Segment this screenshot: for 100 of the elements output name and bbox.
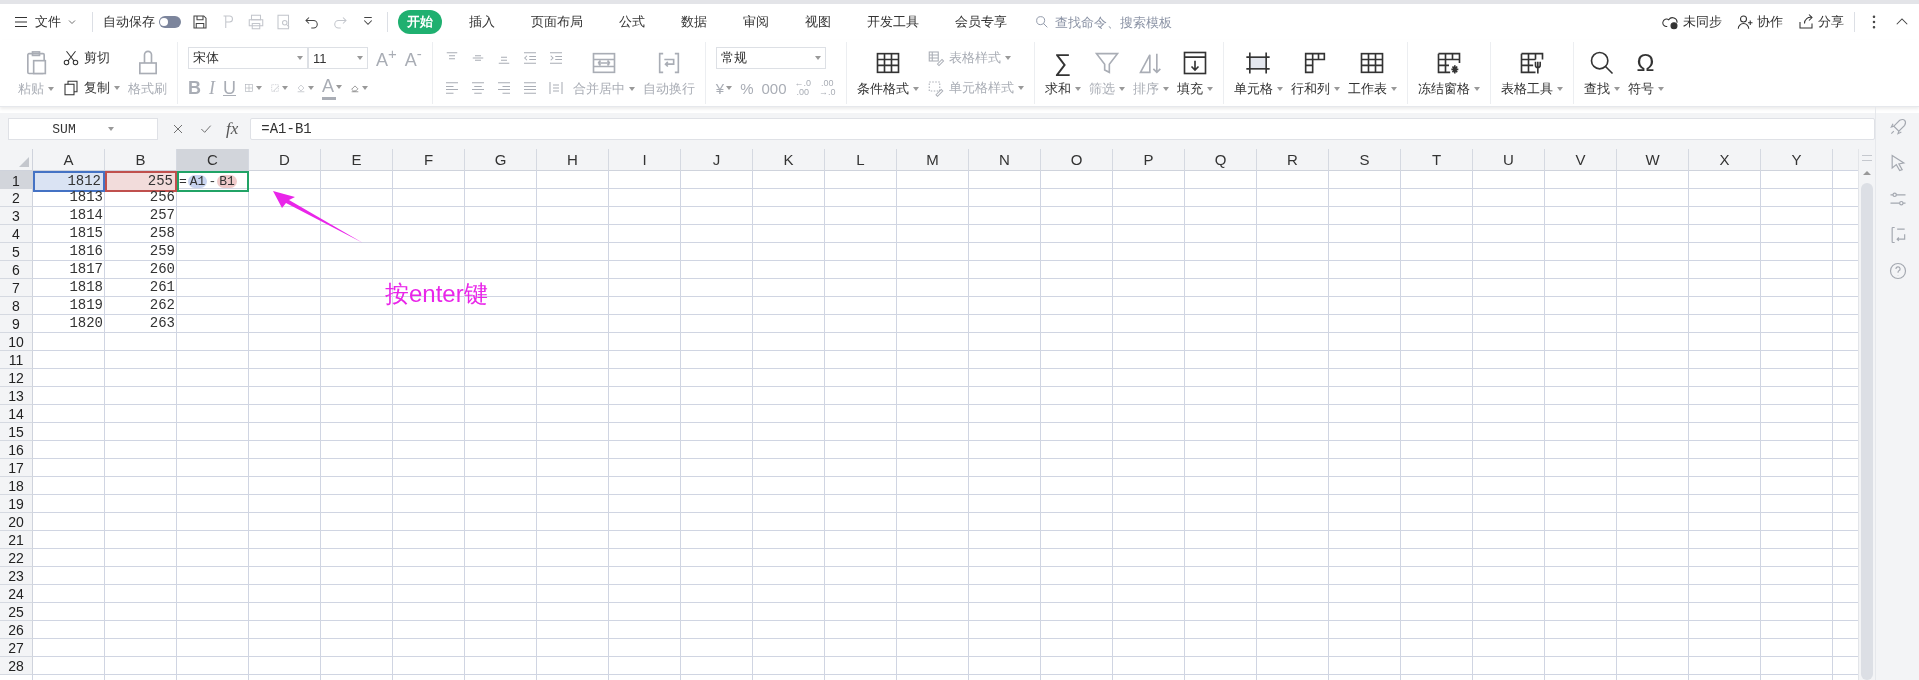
find-button[interactable]: 查找 bbox=[1583, 45, 1620, 101]
ribbon-tab[interactable]: 审阅 bbox=[734, 10, 778, 34]
ribbon-tab[interactable]: 页面布局 bbox=[522, 10, 592, 34]
row-header[interactable]: 2 bbox=[0, 189, 33, 207]
symbol-button[interactable]: Ω 符号 bbox=[1627, 45, 1664, 101]
column-header[interactable]: K bbox=[753, 149, 825, 171]
row-header[interactable]: 12 bbox=[0, 369, 33, 387]
vertical-scrollbar[interactable] bbox=[1858, 149, 1875, 680]
row-header[interactable]: 10 bbox=[0, 333, 33, 351]
ribbon-tab[interactable]: 开发工具 bbox=[858, 10, 928, 34]
table-brush-icon bbox=[926, 49, 945, 67]
column-header[interactable]: T bbox=[1401, 149, 1473, 171]
collaborate-button[interactable]: 协作 bbox=[1736, 13, 1783, 31]
row-header[interactable]: 17 bbox=[0, 459, 33, 477]
table-cell: 1812 bbox=[33, 171, 105, 192]
column-header[interactable]: J bbox=[681, 149, 753, 171]
editing-cell[interactable]: = A1 - B1 bbox=[177, 171, 249, 192]
row-header[interactable]: 28 bbox=[0, 657, 33, 675]
row-header[interactable]: 4 bbox=[0, 225, 33, 243]
insert-function-button[interactable]: fx bbox=[226, 119, 239, 139]
cut-button[interactable]: 剪切 bbox=[62, 45, 120, 71]
column-header[interactable]: F bbox=[393, 149, 465, 171]
row-header[interactable]: 5 bbox=[0, 243, 33, 261]
cell-brush-icon bbox=[926, 79, 945, 97]
sheet-button[interactable]: 工作表 bbox=[1347, 45, 1397, 101]
table-cell-text: 1818 bbox=[68, 279, 104, 297]
column-header[interactable]: I bbox=[609, 149, 681, 171]
font-size-field[interactable]: 11 bbox=[308, 47, 368, 69]
row-header[interactable]: 27 bbox=[0, 639, 33, 657]
sum-button[interactable]: ∑ 求和 bbox=[1044, 45, 1081, 101]
file-menu-button[interactable]: 文件 bbox=[8, 11, 82, 33]
formula-field[interactable]: =A1-B1 bbox=[250, 118, 1875, 140]
share-button[interactable]: 分享 bbox=[1797, 13, 1844, 31]
row-header[interactable]: 8 bbox=[0, 297, 33, 315]
toggle-switch[interactable] bbox=[159, 16, 181, 28]
cells-button[interactable]: 单元格 bbox=[1233, 45, 1283, 101]
ribbon-tab[interactable]: 数据 bbox=[672, 10, 716, 34]
search-field[interactable]: 查找命令、搜索模板 bbox=[1034, 13, 1207, 31]
row-header[interactable]: 22 bbox=[0, 549, 33, 567]
ribbon-tab[interactable]: 插入 bbox=[460, 10, 504, 34]
ribbon-tab[interactable]: 视图 bbox=[796, 10, 840, 34]
condformat-button[interactable]: 条件格式 bbox=[856, 45, 919, 101]
column-header[interactable]: S bbox=[1329, 149, 1401, 171]
row-header[interactable]: 24 bbox=[0, 585, 33, 603]
rowcol-button[interactable]: 行和列 bbox=[1290, 45, 1340, 101]
column-header[interactable]: N bbox=[969, 149, 1041, 171]
row-header[interactable]: 9 bbox=[0, 315, 33, 333]
column-header[interactable]: E bbox=[321, 149, 393, 171]
column-header[interactable]: D bbox=[249, 149, 321, 171]
row-header[interactable]: 21 bbox=[0, 531, 33, 549]
row-header[interactable]: 6 bbox=[0, 261, 33, 279]
column-header[interactable]: M bbox=[897, 149, 969, 171]
row-header[interactable]: 19 bbox=[0, 495, 33, 513]
copy-button[interactable]: 复制 bbox=[62, 75, 120, 101]
help-icon[interactable] bbox=[1887, 261, 1908, 281]
name-box[interactable]: SUM bbox=[8, 118, 158, 140]
table-cell-text: 1813 bbox=[68, 189, 104, 207]
table-cell-text: 261 bbox=[148, 279, 176, 297]
row-header[interactable]: 25 bbox=[0, 603, 33, 621]
row-header[interactable]: 11 bbox=[0, 351, 33, 369]
filldown-button[interactable]: 填充 bbox=[1176, 45, 1213, 101]
row-header[interactable]: 3 bbox=[0, 207, 33, 225]
column-header[interactable]: O bbox=[1041, 149, 1113, 171]
row-header[interactable]: 14 bbox=[0, 405, 33, 423]
column-header[interactable]: R bbox=[1257, 149, 1329, 171]
ribbon-tab[interactable]: 公式 bbox=[610, 10, 654, 34]
column-header[interactable]: W bbox=[1617, 149, 1689, 171]
column-header[interactable]: U bbox=[1473, 149, 1545, 171]
row-header[interactable]: 13 bbox=[0, 387, 33, 405]
column-header[interactable]: H bbox=[537, 149, 609, 171]
column-header[interactable]: P bbox=[1113, 149, 1185, 171]
row-header[interactable]: 18 bbox=[0, 477, 33, 495]
table-cell-text: 1819 bbox=[68, 297, 104, 315]
save-icon[interactable] bbox=[191, 13, 209, 31]
table-cell-text: 1816 bbox=[68, 243, 104, 261]
tools-button[interactable]: 表格工具 bbox=[1500, 45, 1563, 101]
annotation-text: 按enter键 bbox=[385, 279, 488, 309]
column-header[interactable]: L bbox=[825, 149, 897, 171]
font-name-field[interactable]: 宋体 bbox=[188, 47, 308, 69]
row-header[interactable]: 7 bbox=[0, 279, 33, 297]
table-cell-text: 259 bbox=[148, 243, 176, 261]
rocket-icon[interactable] bbox=[1887, 117, 1908, 137]
table-cell-text: 258 bbox=[148, 225, 176, 243]
scissors-icon bbox=[62, 49, 80, 67]
row-header[interactable]: 23 bbox=[0, 567, 33, 585]
column-header[interactable]: Y bbox=[1761, 149, 1833, 171]
row-header[interactable]: 20 bbox=[0, 513, 33, 531]
ribbon-tab[interactable]: 会员专享 bbox=[946, 10, 1016, 34]
column-header[interactable]: X bbox=[1689, 149, 1761, 171]
table-cell-text: 1814 bbox=[68, 207, 104, 225]
sync-button[interactable]: 未同步 bbox=[1662, 13, 1722, 31]
freeze-button[interactable]: 冻结窗格 bbox=[1417, 45, 1480, 101]
row-header[interactable]: 15 bbox=[0, 423, 33, 441]
column-header[interactable]: G bbox=[465, 149, 537, 171]
column-header[interactable]: V bbox=[1545, 149, 1617, 171]
row-header[interactable]: 26 bbox=[0, 621, 33, 639]
row-header[interactable]: 16 bbox=[0, 441, 33, 459]
column-header[interactable]: C bbox=[177, 149, 249, 171]
number-format-field[interactable]: 常规 bbox=[715, 47, 826, 69]
column-header[interactable]: Q bbox=[1185, 149, 1257, 171]
